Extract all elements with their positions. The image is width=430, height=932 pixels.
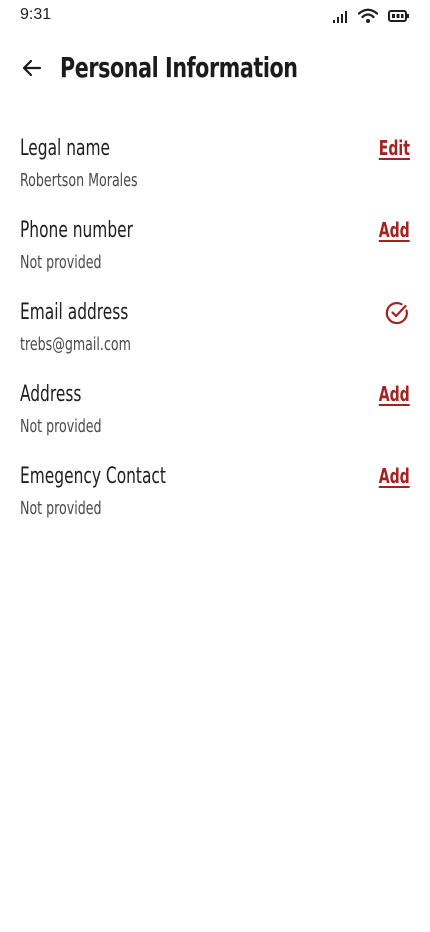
arrow-left-icon	[22, 59, 42, 77]
check-circle-icon	[384, 300, 410, 326]
page-title: Personal Information	[60, 51, 298, 84]
list-item-address: Address Not provided Add	[20, 380, 410, 462]
address-label: Address	[20, 382, 82, 407]
header: Personal Information	[0, 48, 430, 92]
personal-info-list: Legal name Robertson Morales Edit Phone …	[20, 134, 410, 544]
phone-number-label: Phone number	[20, 218, 133, 243]
list-item-email-address: Email address trebs@gmail.com	[20, 298, 410, 380]
email-address-label: Email address	[20, 300, 129, 325]
list-item-emergency-contact: Emegency Contact Not provided Add	[20, 462, 410, 544]
signal-icon	[332, 9, 348, 23]
email-address-value: trebs@gmail.com	[20, 334, 131, 355]
add-phone-number-button[interactable]: Add	[379, 216, 410, 244]
legal-name-value: Robertson Morales	[20, 170, 138, 191]
emergency-contact-value: Not provided	[20, 498, 102, 519]
emergency-contact-label: Emegency Contact	[20, 464, 166, 489]
list-item-legal-name: Legal name Robertson Morales Edit	[20, 134, 410, 216]
battery-icon	[388, 9, 410, 23]
phone-number-value: Not provided	[20, 252, 102, 273]
address-value: Not provided	[20, 416, 102, 437]
add-address-button[interactable]: Add	[379, 380, 410, 408]
status-icons	[332, 8, 410, 24]
list-item-phone-number: Phone number Not provided Add	[20, 216, 410, 298]
status-time: 9:31	[20, 6, 52, 23]
back-button[interactable]	[20, 56, 44, 80]
add-emergency-contact-button[interactable]: Add	[379, 462, 410, 490]
edit-legal-name-button[interactable]: Edit	[379, 134, 410, 162]
status-bar: 9:31	[0, 0, 430, 32]
legal-name-label: Legal name	[20, 136, 111, 161]
wifi-icon	[358, 8, 378, 24]
